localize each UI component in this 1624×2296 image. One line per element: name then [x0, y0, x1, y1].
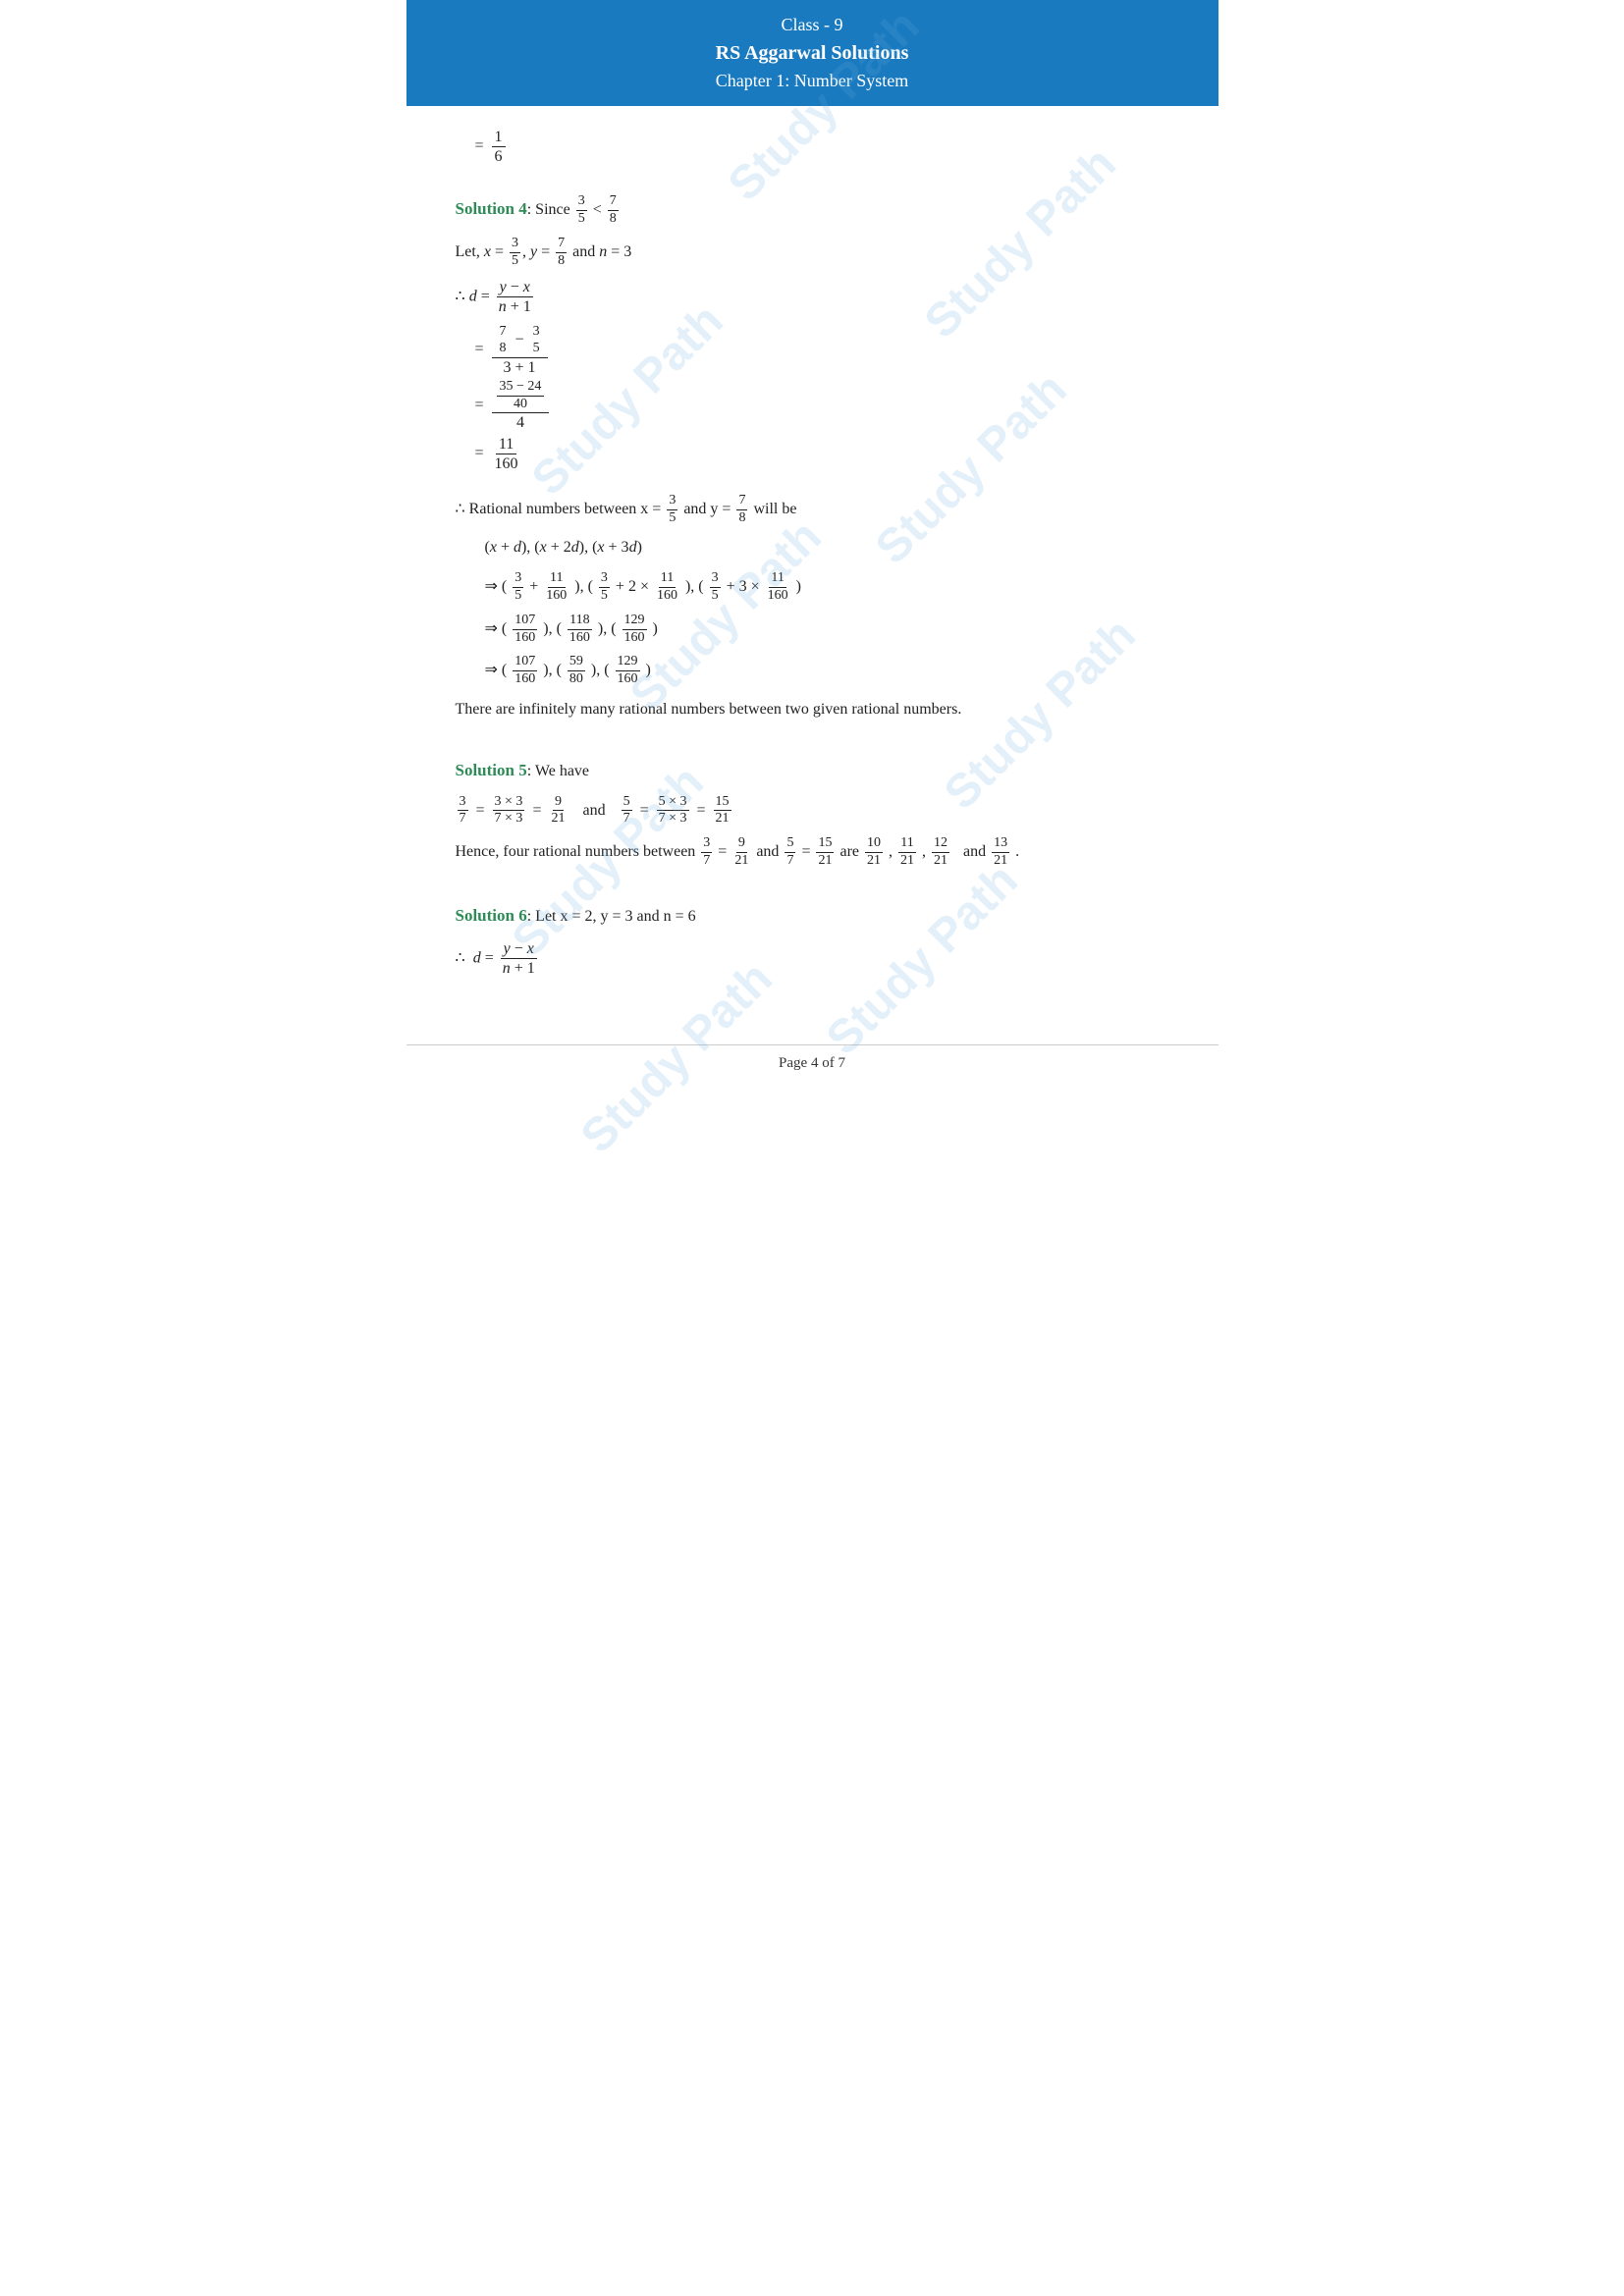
f-15-21-r: 1521 [816, 835, 834, 870]
page-header: Class - 9 RS Aggarwal Solutions Chapter … [406, 0, 1218, 106]
header-line2: RS Aggarwal Solutions [416, 38, 1209, 68]
f-9-21: 921 [549, 794, 567, 828]
f-15-21: 1521 [714, 794, 731, 828]
frac-7-8-s4: 78 [608, 193, 619, 228]
f-5x3-7x3: 5 × 37 × 3 [657, 794, 689, 828]
f-11-160-c: 11160 [766, 570, 790, 605]
f-129-160: 129160 [623, 613, 647, 647]
xd-simplified: ⇒ ( 107160 ), ( 5980 ), ( 129160 ) [485, 654, 1169, 688]
frac-3-5-s4: 35 [576, 193, 587, 228]
f-11-160-a: 11160 [544, 570, 568, 605]
d-step3: = 11 160 [475, 435, 1169, 473]
solution6-label: Solution 6 [456, 906, 527, 925]
f-107-160: 107160 [513, 613, 537, 647]
f-129-160-s: 129160 [616, 654, 640, 688]
frac-y-7-8: 78 [556, 236, 567, 270]
frac-step2-outer: 35 − 24 40 4 [492, 379, 550, 433]
frac-d-s6: y − x n + 1 [500, 939, 538, 978]
f-3-5-a: 35 [513, 570, 523, 605]
xd-forms: (x + d), (x + 2d), (x + 3d) [485, 534, 1169, 562]
solution4-label: Solution 4 [456, 199, 527, 218]
f-10-21: 1021 [865, 835, 883, 870]
solution4-d-formula: ∴ d = y − x n + 1 [456, 278, 1169, 316]
f-11-21: 1121 [898, 835, 916, 870]
frac-3-5-num: 35 [530, 324, 543, 357]
frac-11-160: 11 160 [492, 435, 521, 473]
f-3-7-r: 37 [701, 835, 712, 870]
f-11-160-b: 11160 [655, 570, 679, 605]
f-3-5-c: 35 [710, 570, 721, 605]
page-footer: Page 4 of 7 [406, 1044, 1218, 1082]
frac-1-6: 1 6 [492, 128, 506, 166]
f-3-5-b: 35 [599, 570, 610, 605]
frac-step1: 78 − 35 3 + 1 [492, 324, 548, 377]
header-line3: Chapter 1: Number System [416, 68, 1209, 94]
solution5-calc: 37 = 3 × 37 × 3 = 921 and 57 = 5 × 37 × … [456, 794, 1169, 828]
header-line1: Class - 9 [416, 12, 1209, 38]
f-59-80: 5980 [568, 654, 585, 688]
frac-x-3-5: 35 [510, 236, 520, 270]
frac-x-3-5-stmt: 35 [667, 493, 677, 527]
infinitely-many: There are infinitely many rational numbe… [456, 696, 1169, 724]
solution6-header: Solution 6: Let x = 2, y = 3 and n = 6 [456, 901, 1169, 932]
d-step2: = 35 − 24 40 4 [475, 379, 1169, 433]
frac-7-8-num: 78 [497, 324, 510, 357]
solution4-header: Solution 4: Since 35 < 78 [456, 193, 1169, 228]
f-5-7: 57 [622, 794, 632, 828]
f-118-160: 118160 [568, 613, 592, 647]
frac-y-7-8-stmt: 78 [736, 493, 747, 527]
f-5-7-r: 57 [785, 835, 795, 870]
solution5-result: Hence, four rational numbers between 37 … [456, 835, 1169, 870]
f-107-160-s: 107160 [513, 654, 537, 688]
therefore-stmt: ∴ Rational numbers between x = 35 and y … [456, 493, 1169, 527]
solution6-d: ∴ d = y − x n + 1 [456, 939, 1169, 978]
initial-fraction: = 1 6 [475, 128, 1169, 166]
solution5-header: Solution 5: We have [456, 756, 1169, 786]
f-9-21-r: 921 [732, 835, 750, 870]
f-3x3-7x3: 3 × 37 × 3 [493, 794, 525, 828]
d-step1: = 78 − 35 3 + 1 [475, 324, 1169, 377]
solution5-label: Solution 5 [456, 761, 527, 779]
f-13-21: 1321 [992, 835, 1009, 870]
xd-computed1: ⇒ ( 107160 ), ( 118160 ), ( 129160 ) [485, 613, 1169, 647]
main-content: = 1 6 Solution 4: Since 35 < 78 Let, x =… [406, 106, 1218, 1025]
f-12-21: 1221 [932, 835, 949, 870]
frac-d-formula: y − x n + 1 [496, 278, 534, 316]
page-number: Page 4 of 7 [779, 1055, 845, 1071]
solution4-let: Let, x = 35, y = 78 and n = 3 [456, 236, 1169, 270]
f-3-7: 37 [458, 794, 468, 828]
xd-expanded: ⇒ ( 35 + 11160 ), ( 35 + 2 × 11160 ), ( … [485, 570, 1169, 605]
frac-35-24-40: 35 − 24 40 [497, 379, 545, 413]
